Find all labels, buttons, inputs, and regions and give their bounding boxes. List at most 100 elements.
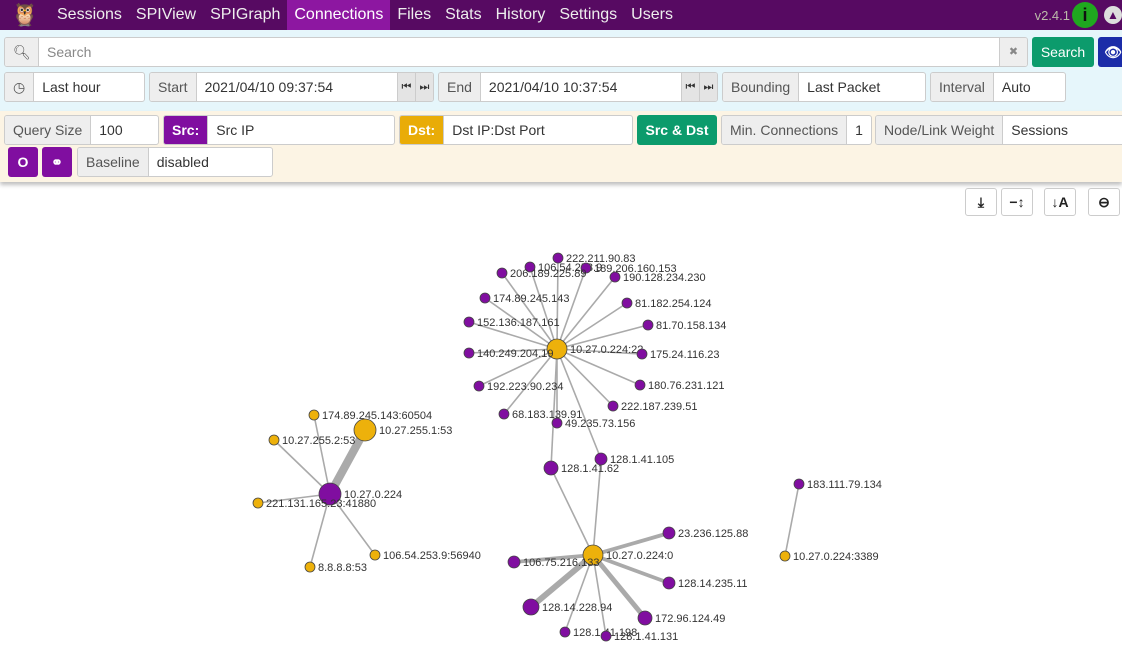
end-next-icon[interactable]: ⏭ <box>699 73 717 101</box>
end-prev-icon[interactable]: ⏮ <box>681 73 699 101</box>
info-icon[interactable]: i <box>1072 2 1098 28</box>
graph-node[interactable] <box>543 460 559 476</box>
node-toggle-icon[interactable]: O <box>8 147 38 177</box>
start-input[interactable]: 2021/04/10 09:37:54 <box>197 73 397 101</box>
graph-node[interactable] <box>522 598 540 616</box>
graph-node[interactable] <box>479 292 491 304</box>
graph-node[interactable] <box>473 380 485 392</box>
graph-node[interactable] <box>546 338 568 360</box>
owl-logo[interactable]: 🦉 <box>0 0 50 30</box>
graph-node[interactable] <box>496 267 508 279</box>
time-range-select[interactable]: Last hour <box>34 73 144 101</box>
graph-link[interactable] <box>309 493 331 568</box>
graph-link[interactable] <box>556 302 628 350</box>
graph-link[interactable] <box>468 348 558 354</box>
start-next-icon[interactable]: ⏭ <box>415 73 433 101</box>
graph-link[interactable] <box>550 467 594 556</box>
graph-node[interactable] <box>463 316 475 328</box>
graph-node[interactable] <box>607 400 619 412</box>
interval-select[interactable]: Auto <box>994 73 1065 101</box>
graph-node[interactable] <box>580 262 592 274</box>
link-icon[interactable]: ⚭ <box>42 147 72 177</box>
graph-link[interactable] <box>556 348 602 460</box>
graph-link[interactable] <box>257 493 331 504</box>
graph-link[interactable] <box>273 439 331 495</box>
graph-link[interactable] <box>326 428 369 496</box>
graph-link[interactable] <box>529 552 595 610</box>
graph-link[interactable] <box>556 257 559 350</box>
graph-node[interactable] <box>559 626 571 638</box>
nav-users[interactable]: Users <box>624 0 680 30</box>
graph-link[interactable] <box>556 324 649 350</box>
search-input[interactable]: Search <box>39 38 999 66</box>
graph-node[interactable] <box>642 319 654 331</box>
collapse-icon[interactable]: ▲ <box>1104 6 1122 24</box>
font-size-icon[interactable]: ↓A <box>1044 188 1076 216</box>
graph-link[interactable] <box>556 348 614 407</box>
graph-link[interactable] <box>564 554 594 633</box>
bounding-select[interactable]: Last Packet <box>799 73 925 101</box>
search-button[interactable]: Search <box>1032 37 1094 67</box>
graph-link[interactable] <box>591 553 647 620</box>
nav-connections[interactable]: Connections <box>287 0 391 30</box>
clear-icon[interactable]: ✖ <box>999 38 1027 66</box>
graph-node[interactable] <box>552 252 564 264</box>
graph-node[interactable] <box>636 348 648 360</box>
graph-node[interactable] <box>369 549 381 561</box>
src-dst-button[interactable]: Src & Dst <box>637 115 717 145</box>
graph-node[interactable] <box>252 497 264 509</box>
graph-link[interactable] <box>503 348 558 415</box>
graph-link[interactable] <box>329 493 376 556</box>
baseline-select[interactable]: disabled <box>149 148 272 176</box>
eye-icon[interactable]: 👁 <box>1098 37 1122 67</box>
graph-node[interactable] <box>524 261 536 273</box>
download-icon[interactable]: ⤓ <box>965 188 997 216</box>
src-field-select[interactable]: Src IP <box>208 116 394 144</box>
zoom-out-icon[interactable]: ⊖ <box>1088 188 1120 216</box>
nav-sessions[interactable]: Sessions <box>50 0 129 30</box>
graph-link[interactable] <box>556 276 616 350</box>
graph-link[interactable] <box>556 267 587 350</box>
graph-node[interactable] <box>353 418 377 442</box>
graph-node[interactable] <box>463 347 475 359</box>
end-input[interactable]: 2021/04/10 10:37:54 <box>481 73 681 101</box>
graph-link[interactable] <box>478 348 558 387</box>
query-size-input[interactable]: 100 <box>91 116 158 144</box>
graph-node[interactable] <box>662 526 676 540</box>
nav-settings[interactable]: Settings <box>552 0 624 30</box>
graph-link[interactable] <box>556 348 643 355</box>
graph-node[interactable] <box>308 409 320 421</box>
graph-link[interactable] <box>592 458 602 556</box>
nav-stats[interactable]: Stats <box>438 0 488 30</box>
graph-node[interactable] <box>594 452 608 466</box>
min-connections-input[interactable]: 1 <box>847 116 871 144</box>
graph-node[interactable] <box>600 630 612 642</box>
graph-link[interactable] <box>592 531 670 557</box>
graph-link[interactable] <box>484 297 558 350</box>
weight-select[interactable]: Sessions <box>1003 116 1122 144</box>
graph-link[interactable] <box>501 272 558 350</box>
graph-node[interactable] <box>634 379 646 391</box>
nav-files[interactable]: Files <box>390 0 438 30</box>
nav-spiview[interactable]: SPIView <box>129 0 203 30</box>
graph-node[interactable] <box>582 544 604 566</box>
graph-link[interactable] <box>550 348 558 469</box>
start-prev-icon[interactable]: ⏮ <box>397 73 415 101</box>
graph-node[interactable] <box>304 561 316 573</box>
graph-node[interactable] <box>498 408 510 420</box>
graph-node[interactable] <box>662 576 676 590</box>
graph-link[interactable] <box>592 553 670 585</box>
graph-node[interactable] <box>621 297 633 309</box>
graph-node[interactable] <box>318 482 342 506</box>
graph-link[interactable] <box>784 483 800 557</box>
graph-node[interactable] <box>779 550 791 562</box>
graph-node[interactable] <box>268 434 280 446</box>
graph-node[interactable] <box>507 555 521 569</box>
dst-field-select[interactable]: Dst IP:Dst Port <box>444 116 632 144</box>
graph-link[interactable] <box>468 321 558 350</box>
graph-link[interactable] <box>529 266 558 350</box>
graph-link[interactable] <box>556 348 641 386</box>
nav-spigraph[interactable]: SPIGraph <box>203 0 287 30</box>
graph-node[interactable] <box>551 417 563 429</box>
graph-link[interactable] <box>313 414 331 495</box>
